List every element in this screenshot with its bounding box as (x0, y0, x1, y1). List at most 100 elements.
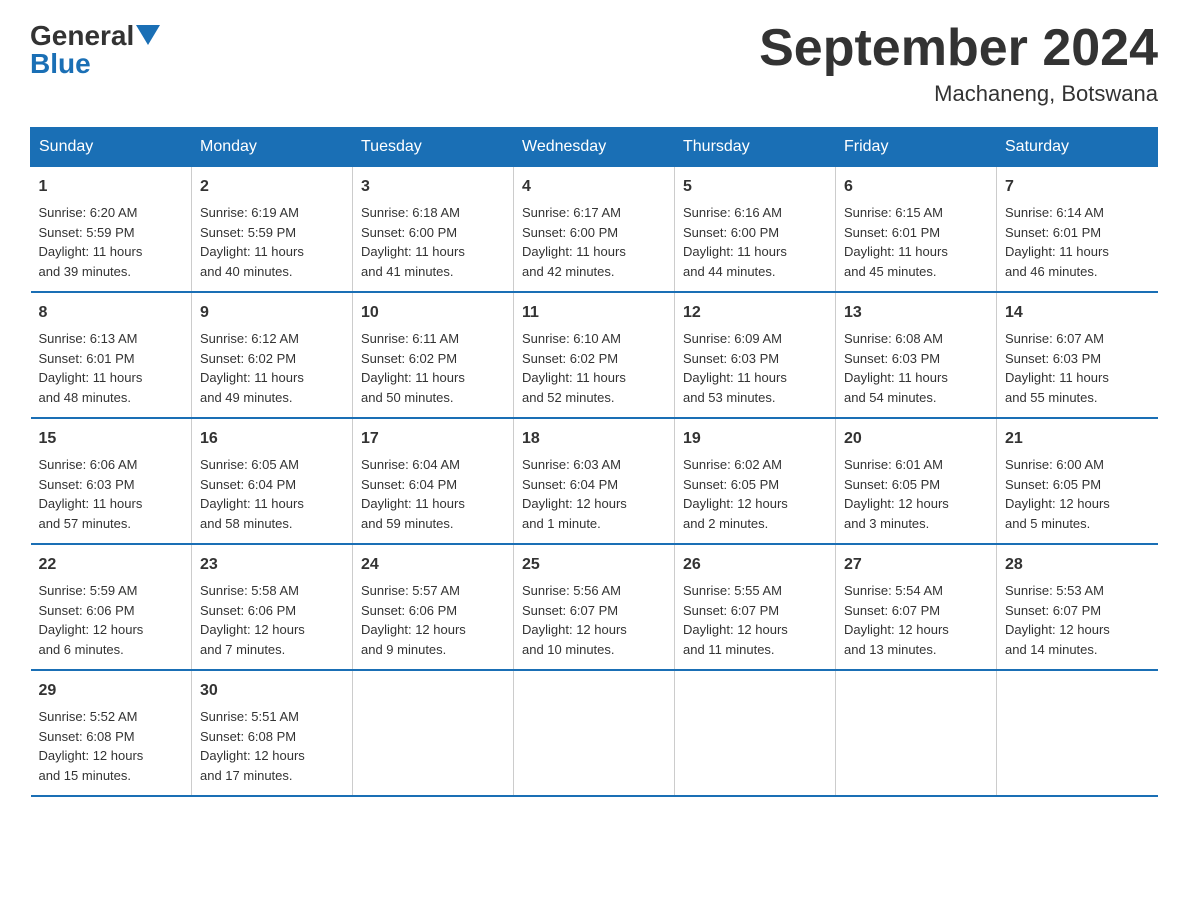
logo-triangle-icon (136, 25, 160, 45)
day-number: 7 (1005, 175, 1150, 199)
page-header: General Blue September 2024 Machaneng, B… (30, 20, 1158, 107)
day-info: Sunrise: 5:55 AMSunset: 6:07 PMDaylight:… (683, 583, 788, 657)
day-info: Sunrise: 5:56 AMSunset: 6:07 PMDaylight:… (522, 583, 627, 657)
calendar-cell: 22 Sunrise: 5:59 AMSunset: 6:06 PMDaylig… (31, 544, 192, 670)
calendar-cell: 20 Sunrise: 6:01 AMSunset: 6:05 PMDaylig… (836, 418, 997, 544)
day-info: Sunrise: 6:08 AMSunset: 6:03 PMDaylight:… (844, 331, 948, 405)
logo: General Blue (30, 20, 160, 80)
day-info: Sunrise: 6:14 AMSunset: 6:01 PMDaylight:… (1005, 205, 1109, 279)
day-number: 3 (361, 175, 505, 199)
day-number: 22 (39, 553, 184, 577)
calendar-cell: 12 Sunrise: 6:09 AMSunset: 6:03 PMDaylig… (675, 292, 836, 418)
day-info: Sunrise: 5:54 AMSunset: 6:07 PMDaylight:… (844, 583, 949, 657)
day-number: 12 (683, 301, 827, 325)
day-info: Sunrise: 6:01 AMSunset: 6:05 PMDaylight:… (844, 457, 949, 531)
month-title: September 2024 (759, 20, 1158, 77)
day-info: Sunrise: 6:03 AMSunset: 6:04 PMDaylight:… (522, 457, 627, 531)
day-number: 16 (200, 427, 344, 451)
calendar-cell: 23 Sunrise: 5:58 AMSunset: 6:06 PMDaylig… (192, 544, 353, 670)
weekday-header-monday: Monday (192, 128, 353, 167)
calendar-cell: 24 Sunrise: 5:57 AMSunset: 6:06 PMDaylig… (353, 544, 514, 670)
calendar-cell: 9 Sunrise: 6:12 AMSunset: 6:02 PMDayligh… (192, 292, 353, 418)
day-info: Sunrise: 5:53 AMSunset: 6:07 PMDaylight:… (1005, 583, 1110, 657)
day-info: Sunrise: 6:07 AMSunset: 6:03 PMDaylight:… (1005, 331, 1109, 405)
day-info: Sunrise: 5:59 AMSunset: 6:06 PMDaylight:… (39, 583, 144, 657)
calendar-cell: 4 Sunrise: 6:17 AMSunset: 6:00 PMDayligh… (514, 167, 675, 293)
day-number: 10 (361, 301, 505, 325)
calendar-cell (836, 670, 997, 796)
day-info: Sunrise: 6:00 AMSunset: 6:05 PMDaylight:… (1005, 457, 1110, 531)
calendar-cell: 29 Sunrise: 5:52 AMSunset: 6:08 PMDaylig… (31, 670, 192, 796)
weekday-header-tuesday: Tuesday (353, 128, 514, 167)
day-number: 13 (844, 301, 988, 325)
calendar-cell: 5 Sunrise: 6:16 AMSunset: 6:00 PMDayligh… (675, 167, 836, 293)
day-info: Sunrise: 6:15 AMSunset: 6:01 PMDaylight:… (844, 205, 948, 279)
logo-blue-text: Blue (30, 48, 91, 80)
location-text: Machaneng, Botswana (759, 81, 1158, 107)
calendar-cell: 16 Sunrise: 6:05 AMSunset: 6:04 PMDaylig… (192, 418, 353, 544)
day-info: Sunrise: 6:17 AMSunset: 6:00 PMDaylight:… (522, 205, 626, 279)
calendar-cell: 13 Sunrise: 6:08 AMSunset: 6:03 PMDaylig… (836, 292, 997, 418)
day-number: 15 (39, 427, 184, 451)
day-number: 23 (200, 553, 344, 577)
day-number: 9 (200, 301, 344, 325)
day-number: 14 (1005, 301, 1150, 325)
day-number: 17 (361, 427, 505, 451)
day-info: Sunrise: 6:06 AMSunset: 6:03 PMDaylight:… (39, 457, 143, 531)
day-number: 24 (361, 553, 505, 577)
day-number: 2 (200, 175, 344, 199)
calendar-cell: 30 Sunrise: 5:51 AMSunset: 6:08 PMDaylig… (192, 670, 353, 796)
calendar-cell (997, 670, 1158, 796)
calendar-cell: 25 Sunrise: 5:56 AMSunset: 6:07 PMDaylig… (514, 544, 675, 670)
calendar-cell: 18 Sunrise: 6:03 AMSunset: 6:04 PMDaylig… (514, 418, 675, 544)
day-info: Sunrise: 6:10 AMSunset: 6:02 PMDaylight:… (522, 331, 626, 405)
day-number: 19 (683, 427, 827, 451)
day-info: Sunrise: 6:04 AMSunset: 6:04 PMDaylight:… (361, 457, 465, 531)
calendar-cell (353, 670, 514, 796)
day-number: 26 (683, 553, 827, 577)
calendar-cell: 27 Sunrise: 5:54 AMSunset: 6:07 PMDaylig… (836, 544, 997, 670)
day-number: 8 (39, 301, 184, 325)
day-number: 29 (39, 679, 184, 703)
weekday-header-row: SundayMondayTuesdayWednesdayThursdayFrid… (31, 128, 1158, 167)
calendar-cell: 19 Sunrise: 6:02 AMSunset: 6:05 PMDaylig… (675, 418, 836, 544)
day-info: Sunrise: 5:57 AMSunset: 6:06 PMDaylight:… (361, 583, 466, 657)
calendar-cell: 15 Sunrise: 6:06 AMSunset: 6:03 PMDaylig… (31, 418, 192, 544)
week-row-3: 15 Sunrise: 6:06 AMSunset: 6:03 PMDaylig… (31, 418, 1158, 544)
day-info: Sunrise: 6:18 AMSunset: 6:00 PMDaylight:… (361, 205, 465, 279)
weekday-header-wednesday: Wednesday (514, 128, 675, 167)
day-number: 27 (844, 553, 988, 577)
day-info: Sunrise: 6:05 AMSunset: 6:04 PMDaylight:… (200, 457, 304, 531)
calendar-cell (675, 670, 836, 796)
day-info: Sunrise: 6:09 AMSunset: 6:03 PMDaylight:… (683, 331, 787, 405)
calendar-cell: 2 Sunrise: 6:19 AMSunset: 5:59 PMDayligh… (192, 167, 353, 293)
title-section: September 2024 Machaneng, Botswana (759, 20, 1158, 107)
calendar-cell (514, 670, 675, 796)
calendar-cell: 17 Sunrise: 6:04 AMSunset: 6:04 PMDaylig… (353, 418, 514, 544)
week-row-4: 22 Sunrise: 5:59 AMSunset: 6:06 PMDaylig… (31, 544, 1158, 670)
day-number: 4 (522, 175, 666, 199)
day-info: Sunrise: 6:16 AMSunset: 6:00 PMDaylight:… (683, 205, 787, 279)
calendar-cell: 7 Sunrise: 6:14 AMSunset: 6:01 PMDayligh… (997, 167, 1158, 293)
calendar-cell: 26 Sunrise: 5:55 AMSunset: 6:07 PMDaylig… (675, 544, 836, 670)
calendar-cell: 10 Sunrise: 6:11 AMSunset: 6:02 PMDaylig… (353, 292, 514, 418)
day-number: 30 (200, 679, 344, 703)
day-number: 5 (683, 175, 827, 199)
day-info: Sunrise: 5:58 AMSunset: 6:06 PMDaylight:… (200, 583, 305, 657)
weekday-header-friday: Friday (836, 128, 997, 167)
calendar-cell: 8 Sunrise: 6:13 AMSunset: 6:01 PMDayligh… (31, 292, 192, 418)
day-info: Sunrise: 6:19 AMSunset: 5:59 PMDaylight:… (200, 205, 304, 279)
day-number: 20 (844, 427, 988, 451)
weekday-header-saturday: Saturday (997, 128, 1158, 167)
calendar-cell: 1 Sunrise: 6:20 AMSunset: 5:59 PMDayligh… (31, 167, 192, 293)
day-info: Sunrise: 6:02 AMSunset: 6:05 PMDaylight:… (683, 457, 788, 531)
day-info: Sunrise: 6:12 AMSunset: 6:02 PMDaylight:… (200, 331, 304, 405)
calendar-cell: 11 Sunrise: 6:10 AMSunset: 6:02 PMDaylig… (514, 292, 675, 418)
calendar-table: SundayMondayTuesdayWednesdayThursdayFrid… (30, 127, 1158, 797)
day-number: 11 (522, 301, 666, 325)
weekday-header-thursday: Thursday (675, 128, 836, 167)
day-number: 1 (39, 175, 184, 199)
weekday-header-sunday: Sunday (31, 128, 192, 167)
day-info: Sunrise: 5:51 AMSunset: 6:08 PMDaylight:… (200, 709, 305, 783)
day-number: 18 (522, 427, 666, 451)
